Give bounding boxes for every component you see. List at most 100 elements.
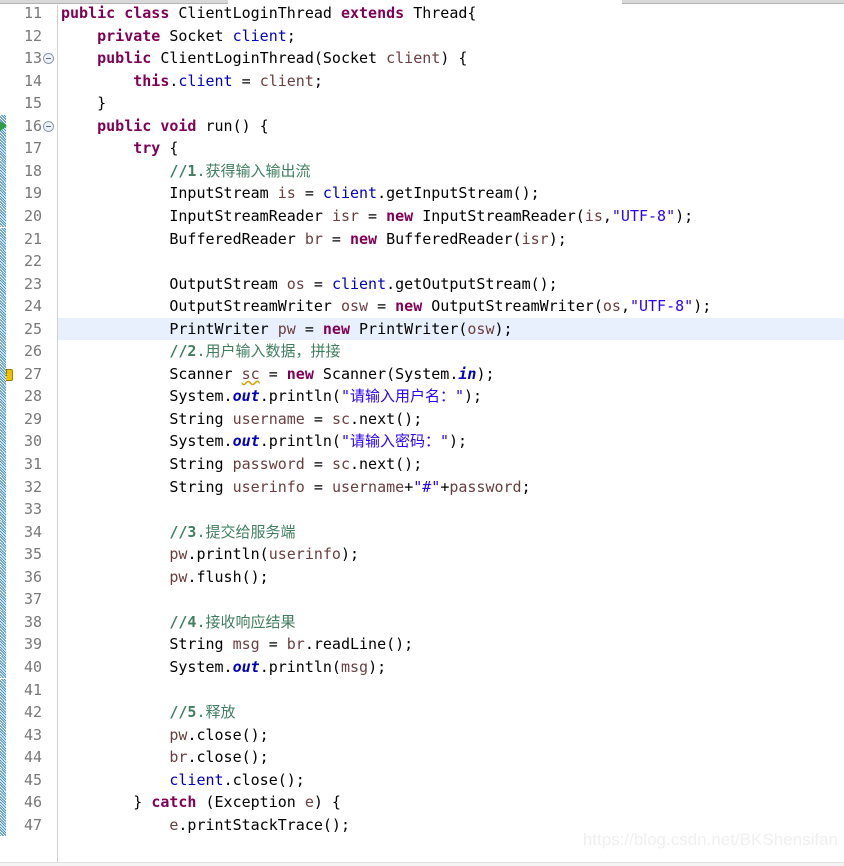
line-number[interactable]: 43 [6,724,42,747]
code-line[interactable]: String username = sc.next(); [58,408,844,431]
code-line[interactable]: OutputStreamWriter osw = new OutputStrea… [58,295,844,318]
code-line[interactable]: pw.close(); [58,724,844,747]
line-number[interactable]: 28 [6,385,42,408]
line-number[interactable]: 39 [6,633,42,656]
code-line[interactable]: public void run() { [58,115,844,138]
code-line[interactable]: InputStream is = client.getInputStream()… [58,182,844,205]
code-line[interactable]: public ClientLoginThread(Socket client) … [58,47,844,70]
line-number[interactable]: 25 [6,318,42,341]
code-token-local: pw [169,545,188,564]
code-line[interactable]: public class ClientLoginThread extends T… [58,5,844,25]
code-folding-column[interactable] [42,5,56,866]
code-line[interactable] [58,588,844,611]
code-line[interactable]: InputStreamReader isr = new InputStreamR… [58,205,844,228]
line-number[interactable]: 24 [6,295,42,318]
code-line[interactable]: String userinfo = username+"#"+password; [58,476,844,499]
code-token-plain: OutputStream [61,274,287,293]
code-line-content [58,500,61,518]
line-number[interactable]: 19 [6,182,42,205]
line-number-gutter[interactable]: 11 12 13 14 15 16 17 18 19 20 21 22 23 24 25 26 27 28 29 30… [6,2,42,866]
line-number[interactable]: 14 [6,70,42,93]
code-line[interactable]: System.out.println(msg); [58,656,844,679]
code-line[interactable]: //5.释放 [58,701,844,724]
code-token-local: msg [232,635,260,654]
line-number[interactable]: 18 [6,160,42,183]
code-line[interactable]: this.client = client; [58,70,844,93]
line-number[interactable]: 22 [6,250,42,273]
line-number[interactable]: 23 [6,273,42,296]
line-number[interactable]: 44 [6,746,42,769]
code-line[interactable]: br.close(); [58,746,844,769]
code-line[interactable]: System.out.println("请输入密码："); [58,430,844,453]
line-number[interactable]: 46 [6,791,42,814]
code-line-content: System.out.println(msg); [58,658,386,676]
editor-tab-strip-right[interactable] [622,0,844,4]
code-line[interactable]: //3.提交给服务端 [58,521,844,544]
code-line[interactable]: System.out.println("请输入用户名："); [58,385,844,408]
java-code-editor[interactable]: 1112131415161718192021222324252627282930… [0,2,844,866]
line-number[interactable]: 30 [6,430,42,453]
code-line[interactable] [58,250,844,273]
line-number[interactable]: 45 [6,769,42,792]
code-token-local: sc [331,409,350,428]
code-line[interactable]: } catch (Exception e) { [58,791,844,814]
code-token-field: client [178,71,233,90]
code-token-plain: } [61,94,107,113]
line-number[interactable]: 13 [6,47,42,70]
code-line[interactable]: //4.接收响应结果 [58,611,844,634]
code-line[interactable]: String password = sc.next(); [58,453,844,476]
code-line[interactable]: private Socket client; [58,25,844,48]
code-line[interactable]: pw.flush(); [58,566,844,589]
line-number[interactable]: 21 [6,228,42,251]
line-number[interactable]: 40 [6,656,42,679]
code-line-current[interactable]: PrintWriter pw = new PrintWriter(osw); [58,317,844,341]
code-line[interactable]: try { [58,137,844,160]
code-line-content: System.out.println("请输入密码："); [58,432,467,450]
line-number[interactable]: 15 [6,92,42,115]
code-text-area[interactable]: public class ClientLoginThread extends T… [58,5,844,866]
line-number[interactable]: 27 [6,363,42,386]
code-line[interactable]: BufferedReader br = new BufferedReader(i… [58,228,844,251]
code-line[interactable]: //1.获得输入输出流 [58,160,844,183]
code-line[interactable]: String msg = br.readLine(); [58,633,844,656]
code-token-local: pw [277,319,296,338]
line-number[interactable]: 26 [6,340,42,363]
code-line[interactable]: client.close(); [58,769,844,792]
code-token-local: os [602,297,621,316]
line-number[interactable]: 42 [6,701,42,724]
editor-bottom-edge [0,862,844,866]
line-number[interactable]: 11 [6,2,42,25]
line-number[interactable]: 36 [6,566,42,589]
code-line[interactable]: //2.用户输入数据，拼接 [58,340,844,363]
code-line[interactable]: OutputStream os = client.getOutputStream… [58,273,844,296]
line-number[interactable]: 16 [6,115,42,138]
code-line[interactable]: Scanner sc = new Scanner(System.in); [58,363,844,386]
line-number[interactable]: 17 [6,137,42,160]
line-number[interactable]: 47 [6,814,42,837]
line-number[interactable]: 38 [6,611,42,634]
line-number[interactable]: 37 [6,588,42,611]
line-number[interactable]: 12 [6,25,42,48]
code-line[interactable]: } [58,92,844,115]
code-token-plain: = [359,206,387,225]
code-line[interactable] [58,498,844,521]
line-number[interactable]: 34 [6,521,42,544]
line-number[interactable]: 33 [6,498,42,521]
line-number[interactable]: 35 [6,543,42,566]
code-line[interactable]: pw.println(userinfo); [58,543,844,566]
code-token-local: password [449,477,522,496]
fold-collapse-icon[interactable] [43,120,54,132]
code-line[interactable] [58,679,844,702]
code-token-local: osw [340,297,369,316]
code-token-str: "UTF-8" [629,297,694,316]
code-token-plain: + [440,477,450,496]
code-token-plain: String [61,455,233,473]
line-number[interactable]: 31 [6,453,42,476]
line-number[interactable]: 41 [6,679,42,702]
line-number[interactable]: 29 [6,408,42,431]
line-number[interactable]: 32 [6,476,42,499]
code-token-kw: private [97,26,161,45]
fold-collapse-icon[interactable] [43,53,54,65]
line-number[interactable]: 20 [6,205,42,228]
